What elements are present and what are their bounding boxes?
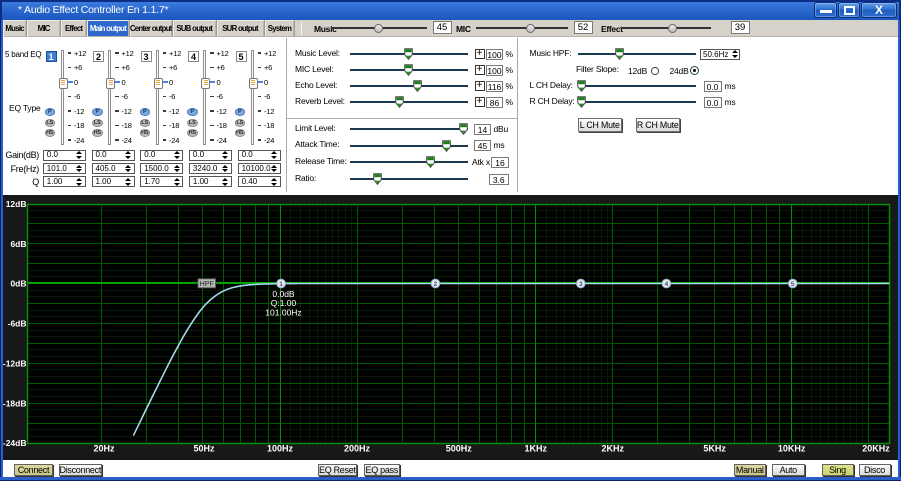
svg-text:10KHz: 10KHz [778, 444, 806, 454]
svg-text:-18dB: -18dB [3, 398, 27, 408]
svg-text:101.00Hz: 101.00Hz [265, 308, 301, 318]
svg-text:5: 5 [791, 281, 795, 288]
svg-text:-12dB: -12dB [3, 359, 27, 369]
svg-text:HPF: HPF [200, 281, 214, 288]
svg-text:12dB: 12dB [6, 199, 27, 209]
svg-text:500Hz: 500Hz [446, 444, 473, 454]
svg-text:100Hz: 100Hz [267, 444, 294, 454]
svg-text:50Hz: 50Hz [193, 444, 215, 454]
svg-text:20Hz: 20Hz [93, 444, 115, 454]
svg-text:1KHz: 1KHz [525, 444, 548, 454]
svg-text:-6dB: -6dB [8, 319, 27, 329]
svg-text:-24dB: -24dB [3, 438, 27, 448]
svg-text:0dB: 0dB [10, 279, 26, 289]
svg-text:2KHz: 2KHz [602, 444, 625, 454]
svg-text:6dB: 6dB [10, 239, 26, 249]
svg-text:1: 1 [279, 281, 283, 288]
svg-text:4: 4 [665, 281, 669, 288]
svg-text:2: 2 [434, 281, 438, 288]
svg-text:3: 3 [579, 281, 583, 288]
svg-text:20KHz: 20KHz [862, 444, 890, 454]
svg-text:5KHz: 5KHz [703, 444, 726, 454]
svg-text:200Hz: 200Hz [344, 444, 371, 454]
